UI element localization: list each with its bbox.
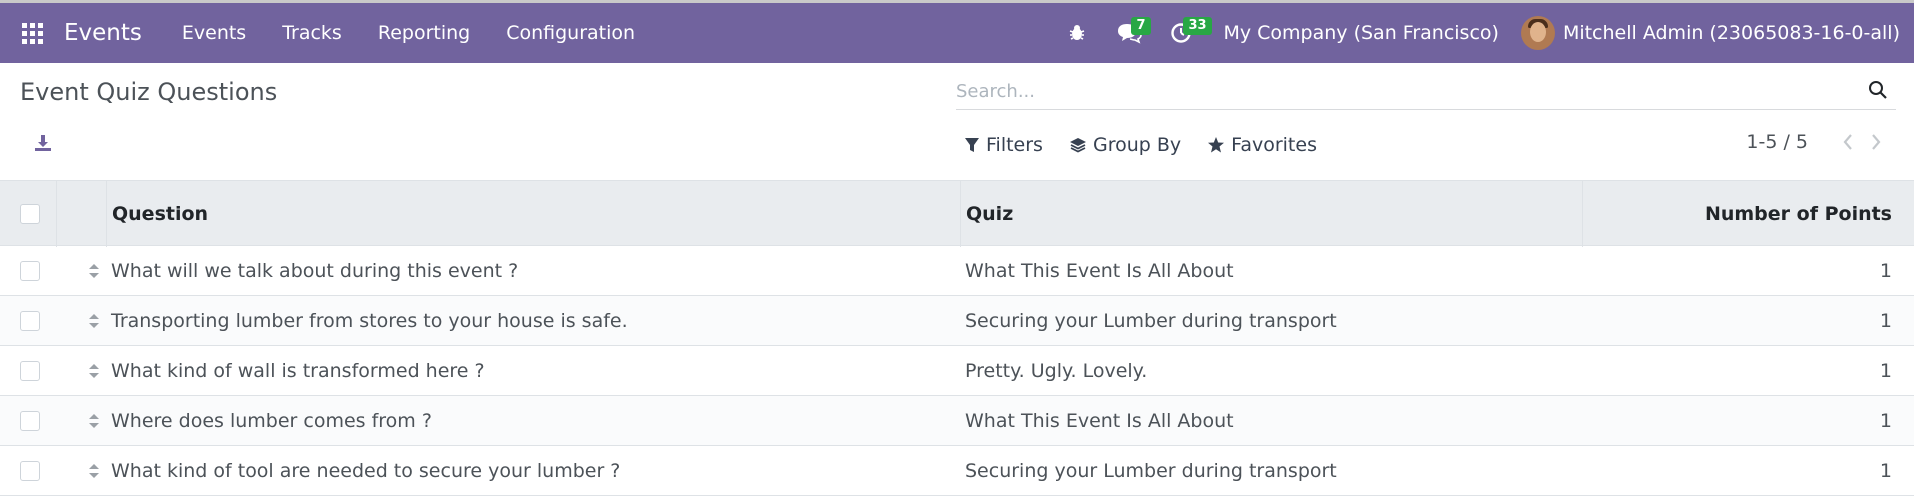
cell-points: 1 bbox=[1879, 260, 1892, 282]
select-all-checkbox[interactable] bbox=[20, 204, 40, 224]
search-icon[interactable] bbox=[1864, 76, 1892, 104]
bug-icon[interactable] bbox=[1057, 13, 1097, 53]
table-row[interactable]: Transporting lumber from stores to your … bbox=[0, 296, 1914, 346]
activities-count-badge: 33 bbox=[1183, 17, 1212, 35]
row-checkbox[interactable] bbox=[20, 311, 40, 331]
menu-tracks[interactable]: Tracks bbox=[264, 3, 360, 63]
messages-count-badge: 7 bbox=[1131, 17, 1151, 35]
list-view: Question Quiz Number of Points What will… bbox=[0, 180, 1914, 496]
search-bar bbox=[956, 72, 1896, 110]
table-row[interactable]: Where does lumber comes from ? What This… bbox=[0, 396, 1914, 446]
filter-icon bbox=[965, 138, 979, 152]
cell-question: Where does lumber comes from ? bbox=[111, 410, 432, 432]
navbar-systray: 7 33 My Company (San Francisco) Mitchell… bbox=[1051, 3, 1914, 63]
cell-points: 1 bbox=[1879, 460, 1892, 482]
cell-points: 1 bbox=[1879, 310, 1892, 332]
apps-grid-icon[interactable] bbox=[0, 3, 64, 63]
company-switcher[interactable]: My Company (San Francisco) bbox=[1207, 22, 1520, 44]
search-options: Filters Group By Favorites bbox=[964, 134, 1343, 156]
row-checkbox[interactable] bbox=[20, 261, 40, 281]
favorites-button[interactable]: Favorites bbox=[1207, 134, 1317, 156]
cell-points: 1 bbox=[1879, 410, 1892, 432]
pager: 1-5 / 5 bbox=[1746, 130, 1886, 154]
filters-label: Filters bbox=[986, 134, 1043, 156]
filters-button[interactable]: Filters bbox=[964, 134, 1043, 156]
drag-handle-icon[interactable] bbox=[87, 412, 101, 430]
drag-handle-icon[interactable] bbox=[87, 362, 101, 380]
cell-quiz: Pretty. Ugly. Lovely. bbox=[965, 360, 1148, 382]
search-input[interactable] bbox=[956, 76, 1836, 106]
user-menu[interactable]: Mitchell Admin (23065083-16-0-all) bbox=[1520, 16, 1914, 50]
menu-reporting[interactable]: Reporting bbox=[360, 3, 488, 63]
menu-configuration[interactable]: Configuration bbox=[488, 3, 653, 63]
column-header-points[interactable]: Number of Points bbox=[1705, 181, 1892, 247]
favorites-label: Favorites bbox=[1231, 134, 1317, 156]
group-by-button[interactable]: Group By bbox=[1069, 134, 1181, 156]
table-row[interactable]: What kind of tool are needed to secure y… bbox=[0, 446, 1914, 496]
row-checkbox[interactable] bbox=[20, 361, 40, 381]
pager-previous-icon[interactable] bbox=[1838, 130, 1858, 154]
drag-handle-icon[interactable] bbox=[87, 312, 101, 330]
cell-points: 1 bbox=[1879, 360, 1892, 382]
group-by-label: Group By bbox=[1092, 134, 1182, 156]
drag-handle-icon[interactable] bbox=[87, 462, 101, 480]
table-header: Question Quiz Number of Points bbox=[0, 180, 1914, 247]
row-checkbox[interactable] bbox=[20, 461, 40, 481]
pager-next-icon[interactable] bbox=[1866, 130, 1886, 154]
top-navbar: Events Events Tracks Reporting Configura… bbox=[0, 0, 1914, 63]
page-title: Event Quiz Questions bbox=[20, 78, 278, 106]
app-brand[interactable]: Events bbox=[64, 20, 142, 46]
column-header-question[interactable]: Question bbox=[112, 181, 208, 247]
drag-handle-icon[interactable] bbox=[87, 262, 101, 280]
table-row[interactable]: What kind of wall is transformed here ? … bbox=[0, 346, 1914, 396]
column-header-quiz[interactable]: Quiz bbox=[966, 181, 1013, 247]
clock-icon[interactable]: 33 bbox=[1161, 13, 1212, 53]
cell-question: What kind of wall is transformed here ? bbox=[111, 360, 485, 382]
user-name: Mitchell Admin (23065083-16-0-all) bbox=[1562, 22, 1900, 44]
avatar bbox=[1520, 16, 1555, 50]
menu-events[interactable]: Events bbox=[164, 3, 264, 63]
select-all-checkbox-cell bbox=[20, 181, 40, 247]
cell-question: What kind of tool are needed to secure y… bbox=[111, 460, 621, 482]
cell-question: What will we talk about during this even… bbox=[111, 260, 519, 282]
cell-quiz: Securing your Lumber during transport bbox=[965, 310, 1337, 332]
cell-quiz: What This Event Is All About bbox=[965, 260, 1234, 282]
chat-icon[interactable]: 7 bbox=[1109, 13, 1151, 53]
table-row[interactable]: What will we talk about during this even… bbox=[0, 246, 1914, 296]
cell-quiz: What This Event Is All About bbox=[965, 410, 1234, 432]
star-icon bbox=[1208, 137, 1225, 153]
row-checkbox[interactable] bbox=[20, 411, 40, 431]
pager-value[interactable]: 1-5 / 5 bbox=[1746, 131, 1808, 153]
cell-question: Transporting lumber from stores to your … bbox=[111, 310, 628, 332]
table-body: What will we talk about during this even… bbox=[0, 246, 1914, 496]
cell-quiz: Securing your Lumber during transport bbox=[965, 460, 1337, 482]
layers-icon bbox=[1069, 138, 1086, 153]
download-icon[interactable] bbox=[30, 130, 56, 156]
